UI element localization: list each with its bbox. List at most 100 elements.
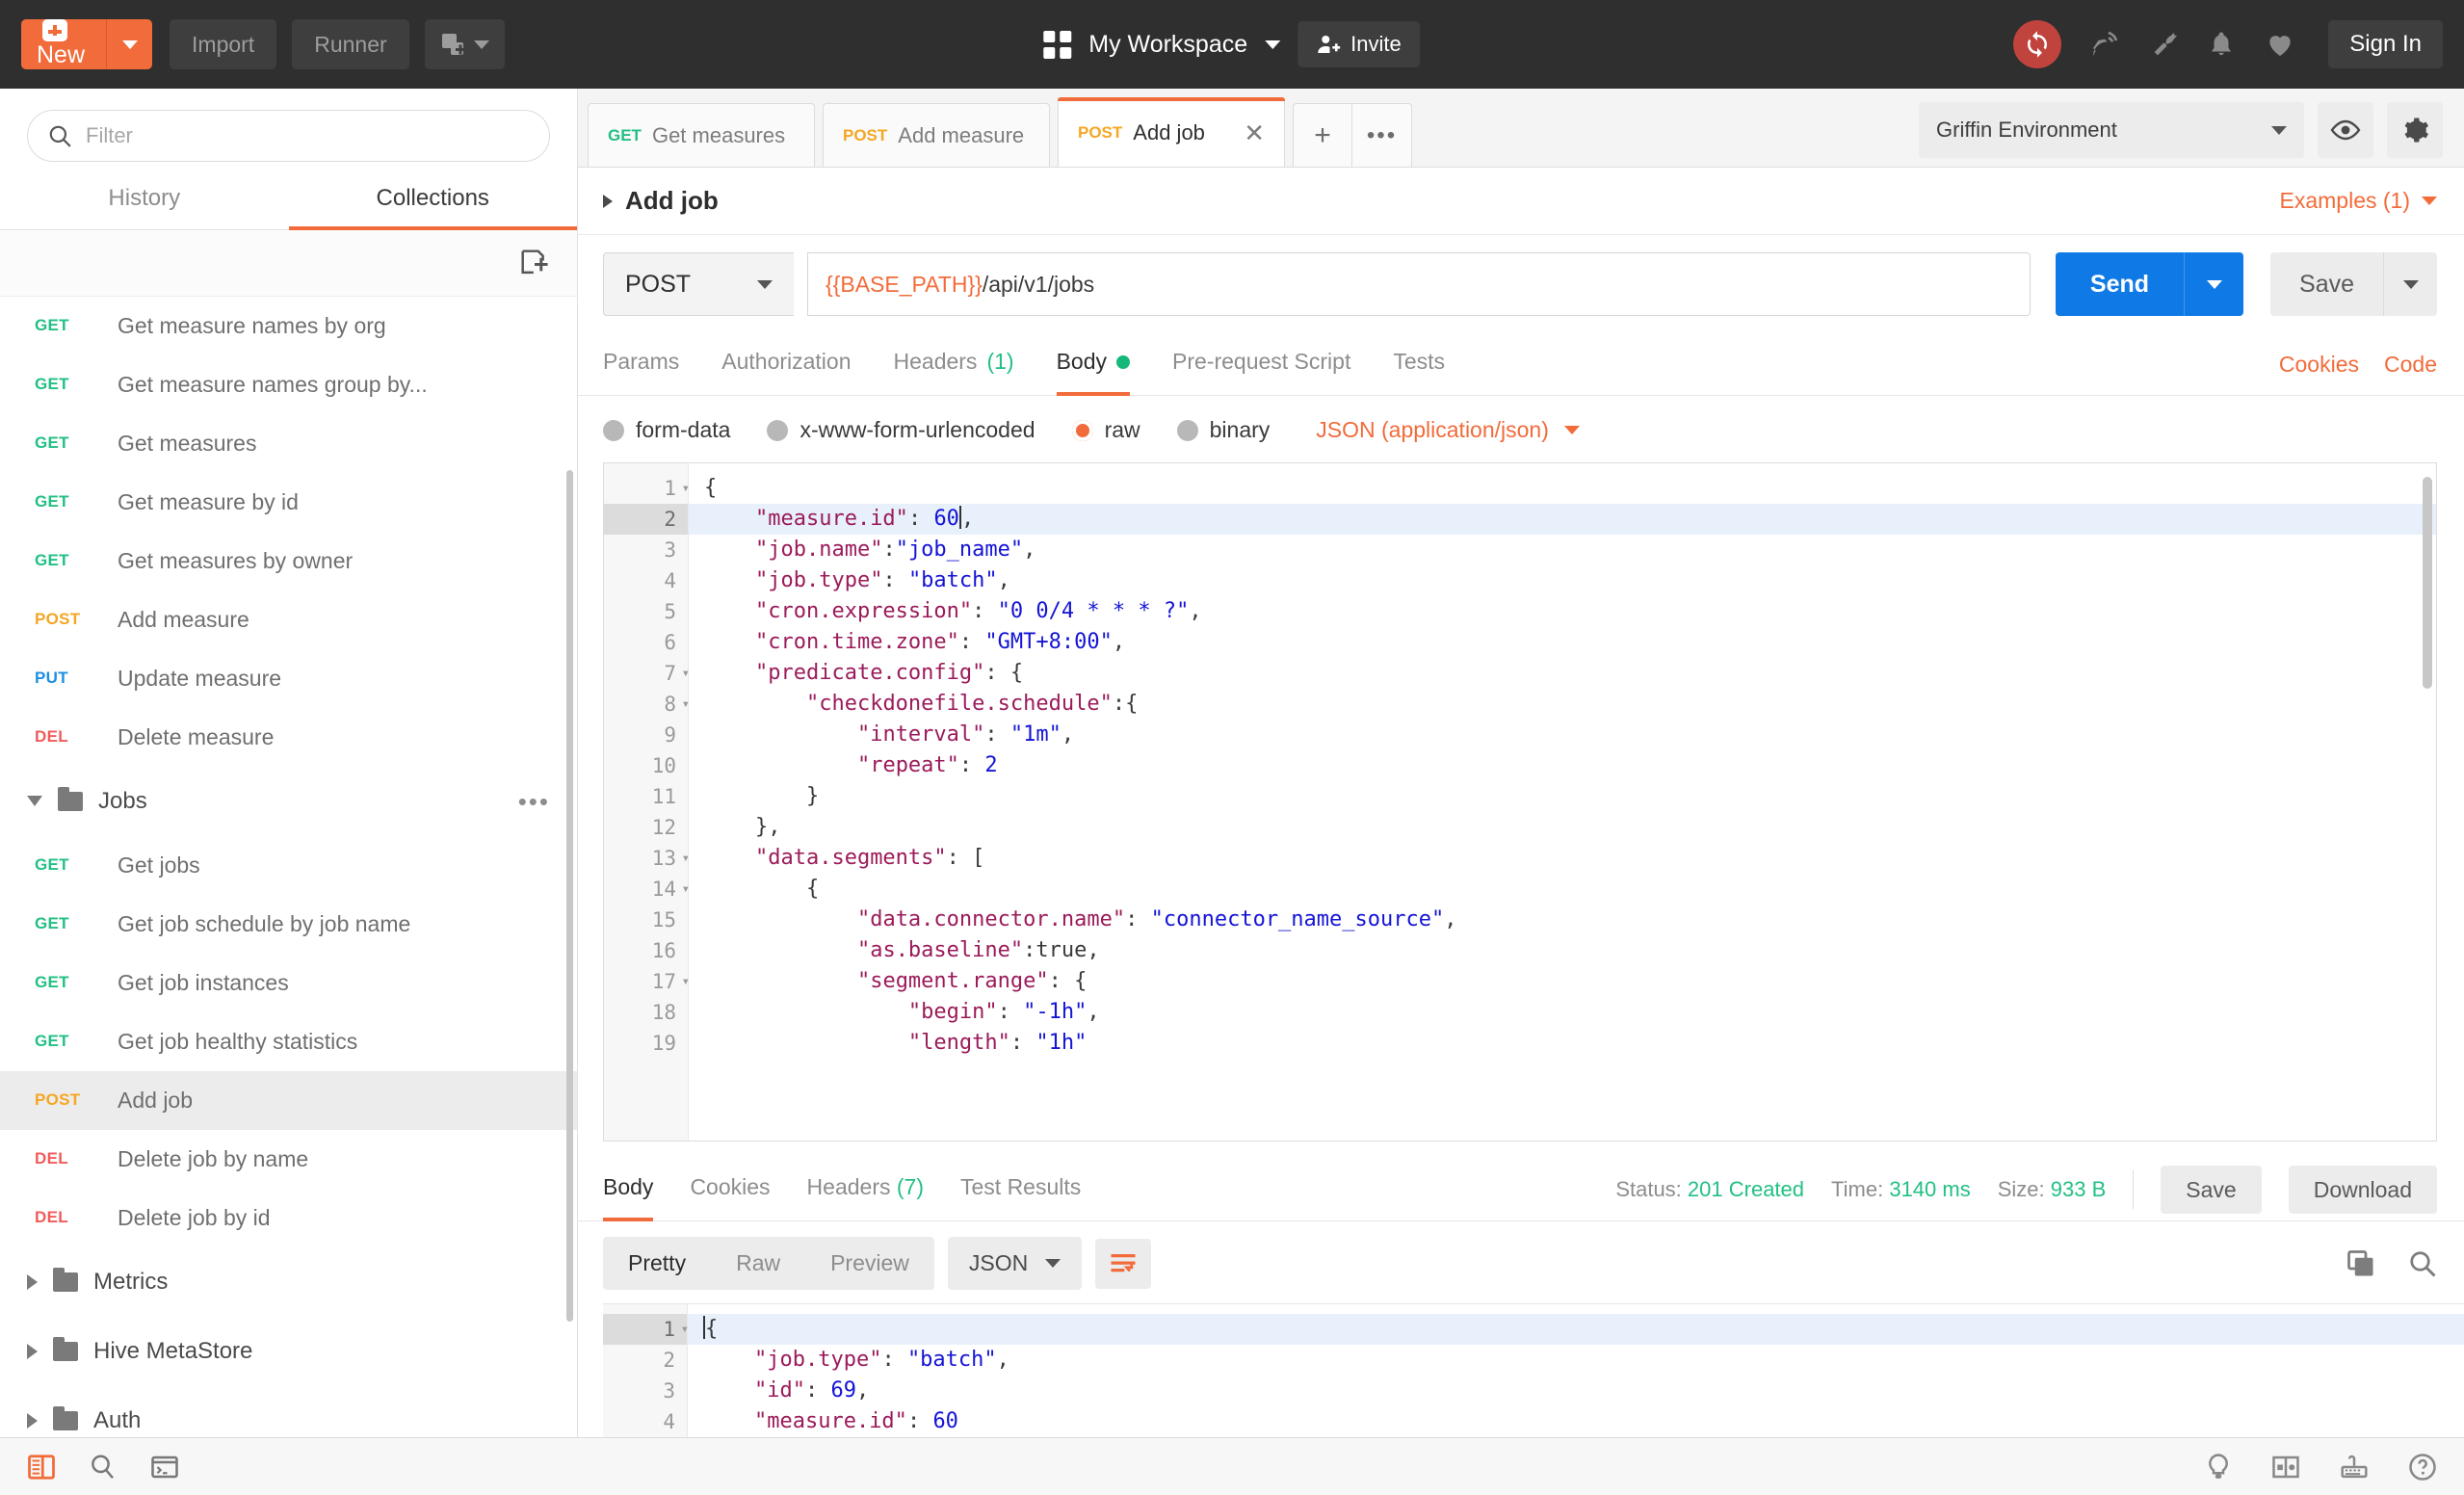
body-mode-binary[interactable]: binary <box>1176 417 1270 443</box>
content-type-selector[interactable]: JSON (application/json) <box>1316 417 1580 443</box>
close-icon[interactable]: ✕ <box>1217 120 1265 145</box>
tab-tests[interactable]: Tests <box>1393 333 1445 396</box>
sidebar-item-get-job-instances[interactable]: GET Get job instances <box>0 954 577 1012</box>
code-link[interactable]: Code <box>2384 352 2437 378</box>
request-editor-scrollbar[interactable] <box>2423 477 2432 689</box>
body-mode-form-data[interactable]: form-data <box>603 417 730 443</box>
layout-icon[interactable] <box>2271 1453 2300 1482</box>
sidebar-toggle-icon[interactable] <box>27 1453 56 1482</box>
word-wrap-button[interactable] <box>1095 1238 1152 1289</box>
sidebar-item-get-measure-names-by-org[interactable]: GET Get measure names by org <box>0 297 577 355</box>
environment-selector[interactable]: Griffin Environment <box>1919 102 2304 158</box>
response-save-button[interactable]: Save <box>2161 1166 2262 1214</box>
sidebar-scrollbar[interactable] <box>566 469 573 1322</box>
send-button[interactable]: Send <box>2055 252 2244 316</box>
view-mode-pretty[interactable]: Pretty <box>603 1237 711 1290</box>
sidebar-item-get-measure-names-group-by[interactable]: GET Get measure names group by... <box>0 355 577 414</box>
sidebar-item-delete-job-by-name[interactable]: DEL Delete job by name <box>0 1130 577 1189</box>
sidebar-folder-auth[interactable]: Auth <box>0 1386 577 1437</box>
invite-button[interactable]: Invite <box>1298 21 1421 67</box>
examples-dropdown[interactable]: Examples (1) <box>2280 188 2437 214</box>
new-button-main[interactable]: New <box>21 19 106 69</box>
save-options-button[interactable] <box>2383 252 2437 316</box>
tab-pre-request-script[interactable]: Pre-request Script <box>1172 333 1350 396</box>
sidebar-item-get-measures-by-owner[interactable]: GET Get measures by owner <box>0 532 577 590</box>
sidebar-item-delete-job-by-id[interactable]: DEL Delete job by id <box>0 1189 577 1247</box>
sidebar-item-get-measures[interactable]: GET Get measures <box>0 414 577 473</box>
add-tab-button[interactable]: + <box>1293 103 1352 167</box>
heart-icon[interactable] <box>2264 29 2296 60</box>
request-code-area[interactable]: { "measure.id": 60, "job.name":"job_name… <box>689 463 2436 1141</box>
view-mode-preview[interactable]: Preview <box>805 1237 934 1290</box>
new-window-button[interactable] <box>424 19 505 69</box>
tab-count: (7) <box>896 1174 924 1199</box>
sidebar-item-get-jobs[interactable]: GET Get jobs <box>0 836 577 895</box>
tab-method-badge: GET <box>608 125 642 144</box>
request-code-line-number: 13 ▾ <box>604 843 690 874</box>
sidebar-item-get-job-healthy-statistics[interactable]: GET Get job healthy statistics <box>0 1012 577 1071</box>
sync-icon[interactable] <box>2013 20 2062 68</box>
page-title-group[interactable]: Add job <box>603 186 719 216</box>
body-mode-raw[interactable]: raw <box>1071 417 1140 443</box>
sidebar-folder-jobs[interactable]: Jobs ••• <box>0 767 577 836</box>
body-mode-x-www-form-urlencoded[interactable]: x-www-form-urlencoded <box>767 417 1035 443</box>
new-button[interactable]: New <box>21 19 153 69</box>
copy-icon[interactable] <box>2346 1249 2375 1278</box>
response-tab-cookies[interactable]: Cookies <box>690 1159 770 1221</box>
save-button[interactable]: Save <box>2270 252 2437 316</box>
chevron-down-icon <box>757 279 773 289</box>
find-icon[interactable] <box>89 1453 118 1482</box>
sidebar-item-get-measure-by-id[interactable]: GET Get measure by id <box>0 473 577 532</box>
help-icon[interactable] <box>2408 1453 2437 1482</box>
sidebar-item-add-measure[interactable]: POST Add measure <box>0 590 577 649</box>
filter-box[interactable] <box>27 110 550 162</box>
console-icon[interactable] <box>150 1453 179 1482</box>
folder-more-icon[interactable]: ••• <box>518 789 550 814</box>
sign-in-button[interactable]: Sign In <box>2328 20 2443 68</box>
sidebar-item-update-measure[interactable]: PUT Update measure <box>0 649 577 708</box>
method-selector[interactable]: POST <box>603 252 794 316</box>
chevron-down-icon[interactable] <box>1265 39 1281 49</box>
sidebar-item-get-job-schedule-by-job-name[interactable]: GET Get job schedule by job name <box>0 895 577 954</box>
search-input[interactable] <box>86 123 530 148</box>
new-collection-icon[interactable] <box>519 248 550 278</box>
tab-collections[interactable]: Collections <box>288 171 577 230</box>
tab-history[interactable]: History <box>0 171 289 230</box>
response-tab-body[interactable]: Body <box>603 1159 654 1221</box>
search-icon[interactable] <box>2408 1249 2437 1278</box>
response-download-button[interactable]: Download <box>2288 1166 2437 1214</box>
view-mode-raw[interactable]: Raw <box>711 1237 805 1290</box>
response-tab-test-results[interactable]: Test Results <box>960 1159 1081 1221</box>
response-body-editor[interactable]: 1 ▾ 2 3 4 { "job.type": "batch", "id": 69, "… <box>603 1303 2464 1437</box>
request-tab-add-measure[interactable]: POST Add measure <box>823 103 1050 167</box>
satellite-icon[interactable] <box>2089 29 2120 60</box>
response-format-selector[interactable]: JSON <box>947 1237 1083 1290</box>
new-button-dropdown[interactable] <box>106 19 152 69</box>
environment-quick-look-button[interactable] <box>2318 102 2373 158</box>
request-body-editor[interactable]: 1 ▾ 2 3 4 5 6 7 ▾ 8 ▾ 9 10 11 12 13 ▾ 14 ▾ 15 16 17 ▾ 18 19 { "m… <box>603 462 2437 1141</box>
cookies-link[interactable]: Cookies <box>2279 352 2359 378</box>
tab-authorization[interactable]: Authorization <box>721 333 851 396</box>
response-code-area[interactable]: { "job.type": "batch", "id": 69, "measur… <box>688 1304 2464 1437</box>
bulb-icon[interactable] <box>2204 1453 2233 1482</box>
import-button[interactable]: Import <box>170 19 277 69</box>
tab-params[interactable]: Params <box>603 333 679 396</box>
sidebar-item-add-job[interactable]: POST Add job <box>0 1070 577 1130</box>
sidebar-item-delete-measure[interactable]: DEL Delete measure <box>0 708 577 767</box>
response-tab-headers[interactable]: Headers (7) <box>807 1159 924 1221</box>
wrench-icon[interactable] <box>2148 29 2179 60</box>
keyboard-icon[interactable] <box>2339 1453 2370 1482</box>
sidebar-folder-metrics[interactable]: Metrics <box>0 1247 577 1317</box>
runner-button[interactable]: Runner <box>292 19 409 69</box>
bell-icon[interactable] <box>2207 29 2236 60</box>
request-tab-get-measures[interactable]: GET Get measures <box>588 103 815 167</box>
tab-headers[interactable]: Headers (1) <box>894 333 1014 396</box>
request-tab-add-job[interactable]: POST Add job ✕ <box>1058 97 1285 167</box>
workspace-name[interactable]: My Workspace <box>1088 31 1247 59</box>
url-input[interactable]: {{BASE_PATH}}/api/v1/jobs <box>807 252 2031 316</box>
tab-more-button[interactable]: ••• <box>1352 103 1412 167</box>
send-options-button[interactable] <box>2184 252 2243 316</box>
environment-settings-button[interactable] <box>2387 102 2443 158</box>
tab-body[interactable]: Body <box>1056 333 1130 396</box>
sidebar-folder-hive-metastore[interactable]: Hive MetaStore <box>0 1317 577 1386</box>
